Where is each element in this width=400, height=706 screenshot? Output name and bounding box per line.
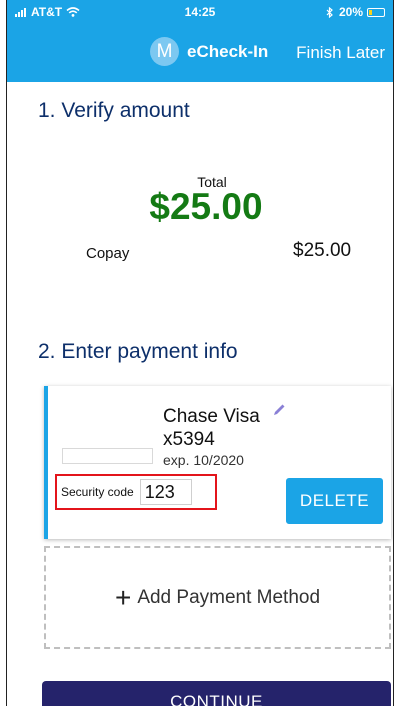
phone-screen: AT&T 14:25 20% M eCheck-In Finish Later … bbox=[6, 0, 394, 706]
verify-amount-heading: 1. Verify amount bbox=[38, 99, 190, 122]
plus-icon: + bbox=[114, 581, 132, 613]
card-expiration: exp. 10/2020 bbox=[163, 452, 244, 468]
security-code-input[interactable] bbox=[139, 479, 192, 505]
app-header: M eCheck-In Finish Later bbox=[7, 24, 393, 82]
card-image-placeholder bbox=[62, 448, 153, 464]
add-payment-method-button[interactable]: + Add Payment Method bbox=[44, 546, 391, 649]
pencil-icon[interactable] bbox=[271, 402, 287, 418]
card-name: Chase Visa bbox=[163, 406, 260, 427]
app-title: eCheck-In bbox=[187, 41, 269, 61]
delete-button[interactable]: DELETE bbox=[286, 478, 383, 524]
payment-info-heading: 2. Enter payment info bbox=[38, 340, 238, 363]
card-number: x5394 bbox=[163, 429, 215, 450]
add-payment-method-label: Add Payment Method bbox=[137, 586, 321, 608]
security-code-group: Security code bbox=[55, 474, 217, 510]
finish-later-button[interactable]: Finish Later bbox=[296, 43, 385, 63]
status-bar: AT&T 14:25 20% bbox=[7, 0, 393, 24]
bluetooth-icon bbox=[326, 6, 333, 18]
total-amount: $25.00 bbox=[149, 186, 263, 227]
continue-button[interactable]: CONTINUE bbox=[42, 681, 391, 706]
copay-label: Copay bbox=[86, 245, 130, 262]
copay-value: $25.00 bbox=[293, 240, 352, 261]
status-right: 20% bbox=[326, 5, 385, 19]
brand: M eCheck-In bbox=[150, 37, 268, 66]
battery-fill bbox=[369, 9, 372, 15]
battery-percent: 20% bbox=[338, 5, 363, 19]
security-code-label: Security code bbox=[61, 485, 134, 499]
battery-icon bbox=[367, 7, 385, 17]
payment-card: Chase Visa x5394 exp. 10/2020 Security c… bbox=[44, 386, 391, 539]
avatar[interactable]: M bbox=[150, 37, 179, 66]
